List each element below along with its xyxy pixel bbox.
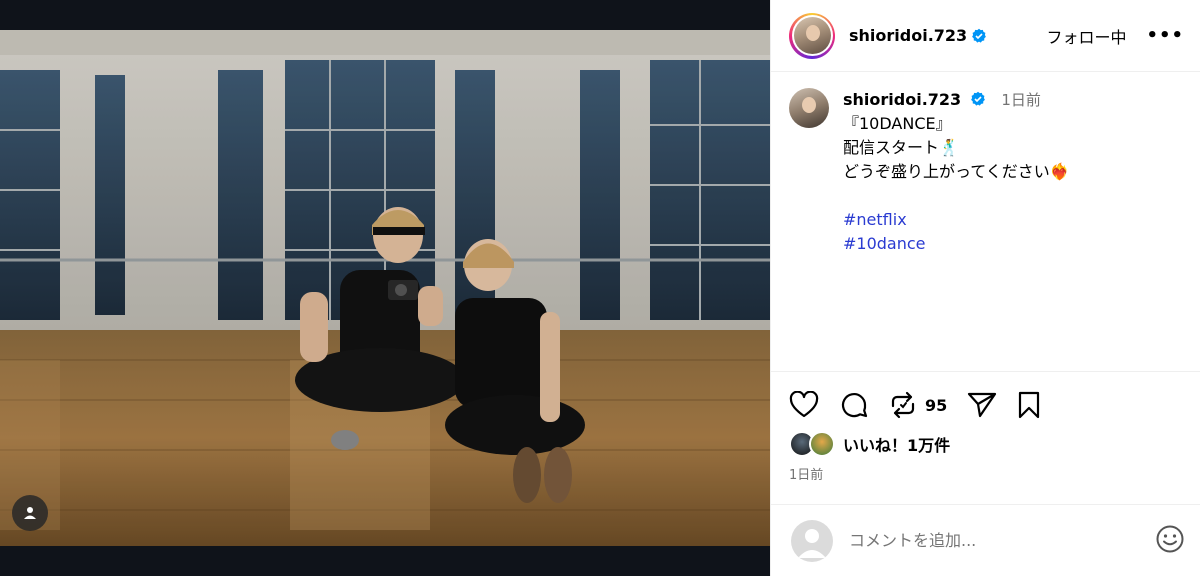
more-options-icon[interactable]: ••• xyxy=(1146,25,1184,46)
repost-count: 95 xyxy=(925,395,948,415)
action-bar: 95 xyxy=(771,372,1200,438)
default-avatar-icon xyxy=(798,528,826,558)
hashtag-link[interactable]: #netflix xyxy=(843,208,1070,232)
caption-avatar[interactable] xyxy=(789,88,829,128)
caption-line: どうぞ盛り上がってください❤️‍🔥 xyxy=(843,162,1070,181)
send-icon xyxy=(968,392,997,418)
caption-username[interactable]: shioridoi.723 xyxy=(843,90,961,109)
heart-icon xyxy=(789,391,819,418)
bookmark-icon xyxy=(1019,391,1040,419)
avatar-image xyxy=(793,17,831,54)
author-avatar[interactable] xyxy=(789,12,835,59)
avatar xyxy=(809,431,835,457)
user-icon xyxy=(24,507,36,519)
post-date[interactable]: 1日前 xyxy=(771,456,1200,483)
caption-section: shioridoi.723 1日前 『10DANCE』 配信スタート🕺 どうぞ盛… xyxy=(771,72,1200,372)
caption-line: 『10DANCE』 xyxy=(843,114,952,133)
likes-row: いいね！1万件 xyxy=(771,431,1200,457)
tagged-users-button[interactable] xyxy=(12,495,48,531)
like-button[interactable] xyxy=(789,391,819,419)
verified-badge-icon xyxy=(970,91,986,107)
hashtag-link[interactable]: #10dance xyxy=(843,232,1070,256)
repost-icon xyxy=(891,391,915,419)
post-header: shioridoi.723 フォロー中 ••• xyxy=(771,0,1200,72)
author-username[interactable]: shioridoi.723 xyxy=(849,26,967,45)
post-photo[interactable] xyxy=(0,30,770,546)
liker-avatars[interactable] xyxy=(789,431,837,457)
comment-icon xyxy=(841,393,868,418)
smiley-icon xyxy=(1156,525,1184,552)
comment-input[interactable] xyxy=(849,531,1155,550)
caption-body: shioridoi.723 1日前 『10DANCE』 配信スタート🕺 どうぞ盛… xyxy=(843,88,1070,371)
caption-header: shioridoi.723 1日前 xyxy=(843,88,1070,112)
caption-time[interactable]: 1日前 xyxy=(1001,91,1041,109)
comment-button[interactable] xyxy=(839,390,869,420)
post-media[interactable] xyxy=(0,0,770,576)
likes-count[interactable]: いいね！1万件 xyxy=(843,432,950,456)
verified-badge-icon xyxy=(971,28,987,44)
repost-button[interactable]: 95 xyxy=(889,390,947,420)
caption-line: 配信スタート🕺 xyxy=(843,138,959,157)
share-button[interactable] xyxy=(967,391,997,419)
current-user-avatar xyxy=(791,519,833,562)
following-button[interactable]: フォロー中 xyxy=(1046,24,1126,48)
comment-bar xyxy=(771,504,1200,576)
save-button[interactable] xyxy=(1017,391,1041,419)
post-sidebar: shioridoi.723 フォロー中 ••• shioridoi.723 1日… xyxy=(770,0,1200,576)
emoji-picker-button[interactable] xyxy=(1155,524,1185,558)
